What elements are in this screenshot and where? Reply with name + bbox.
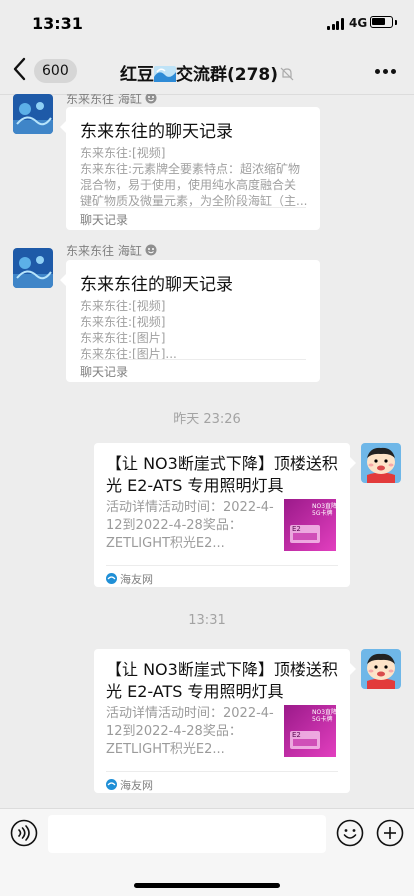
thumbnail-text: E2 [292,731,301,739]
source-icon [106,779,117,790]
battery-icon [370,16,393,28]
thumbnail-text: 5G卡牌 [312,715,332,723]
chat-record-title: 东来东往的聊天记录 [80,122,233,142]
sender-avatar[interactable] [13,94,53,134]
thumbnail-text: NO3直降 [312,502,336,510]
link-card[interactable]: 【让 NO3断崖式下降】顶楼送积光 E2-ATS 专用照明灯具 活动详情活动时间… [94,649,356,793]
chat-title-suffix: 交流群(278) [175,65,279,85]
message-input[interactable] [48,815,326,853]
chat-record-line: 东来东往:[视频] [80,315,166,329]
group-badge-icon [145,244,157,256]
chat-record-title: 东来东往的聊天记录 [80,275,233,295]
source-icon [106,573,117,584]
chat-title-prefix: 红豆 [119,65,154,85]
emoji-icon[interactable] [336,819,364,847]
chat-title[interactable]: 红豆 交流群(278) [0,60,414,85]
sender-name: 东来东往 海缸 [66,94,157,107]
link-source: 海友网 [106,777,153,793]
status-bar: 13:31 4G [0,0,414,48]
battery-tip [395,20,397,25]
thumbnail-text: 5G卡牌 [312,509,332,517]
network-type: 4G [349,16,368,30]
time-separator: 昨天 23:26 [173,412,241,427]
chat-message-list[interactable]: 东来东往 海缸 东来东往的聊天记录 东来东往:[视频] 东来东往:元素牌全要素特… [0,94,414,808]
sender-avatar[interactable] [13,248,53,288]
chat-record-footer: 聊天记录 [80,213,129,227]
wave-emoji-icon [153,66,176,82]
link-source: 海友网 [106,571,153,587]
chat-record-preview: 东来东往:[视频] 东来东往:[视频] 东来东往:[图片] 东来东往:[图片].… [80,298,312,362]
voice-input-icon[interactable] [10,819,38,847]
chat-record-line: 混合物，易于使用，使用纯水高度融合关 [80,178,297,192]
chat-record-preview: 东来东往:[视频] 东来东往:元素牌全要素特点：超浓缩矿物 混合物，易于使用，使… [80,145,312,209]
chat-record-card[interactable]: 东来东往的聊天记录 东来东往:[视频] 东来东往:[视频] 东来东往:[图片] … [60,260,320,382]
card-divider [80,207,306,208]
signal-icon [327,18,344,30]
card-divider [106,565,338,566]
nav-bar: 600 红豆 交流群(278) [0,48,414,95]
chat-record-line: 东来东往:[视频] [80,146,166,160]
card-divider [106,771,338,772]
link-title: 【让 NO3断崖式下降】顶楼送积光 E2-ATS 专用照明灯具 [106,454,338,495]
self-avatar[interactable] [361,649,401,689]
card-divider [80,359,306,360]
link-thumbnail: NO3直降 5G卡牌 E2 [284,499,336,551]
self-avatar[interactable] [361,443,401,483]
mute-bell-icon [280,66,294,81]
link-title: 【让 NO3断崖式下降】顶楼送积光 E2-ATS 专用照明灯具 [106,660,338,701]
group-badge-icon [145,94,157,104]
link-card[interactable]: 【让 NO3断崖式下降】顶楼送积光 E2-ATS 专用照明灯具 活动详情活动时间… [94,443,356,587]
sender-name: 东来东往 海缸 [66,242,157,259]
chat-record-line: 东来东往:[视频] [80,299,166,313]
chat-record-line: 东来东往:[图片] [80,331,166,345]
battery-level [372,18,385,25]
link-thumbnail: NO3直降 5G卡牌 E2 [284,705,336,757]
time-separator: 13:31 [188,613,226,628]
thumbnail-text: E2 [292,525,301,533]
chat-record-card[interactable]: 东来东往的聊天记录 东来东往:[视频] 东来东往:元素牌全要素特点：超浓缩矿物 … [60,107,320,230]
link-description: 活动详情活动时间：2022-4-12到2022-4-28奖品：ZETLIGHT积… [106,706,274,757]
thumbnail-text: NO3直降 [312,708,336,716]
link-description: 活动详情活动时间：2022-4-12到2022-4-28奖品：ZETLIGHT积… [106,500,274,551]
plus-icon[interactable] [376,819,404,847]
more-options-icon[interactable] [375,69,397,75]
status-time: 13:31 [32,14,83,33]
home-indicator[interactable] [134,883,280,888]
input-bar [0,808,414,896]
chat-record-footer: 聊天记录 [80,365,129,379]
chat-record-line: 东来东往:元素牌全要素特点：超浓缩矿物 [80,162,301,176]
